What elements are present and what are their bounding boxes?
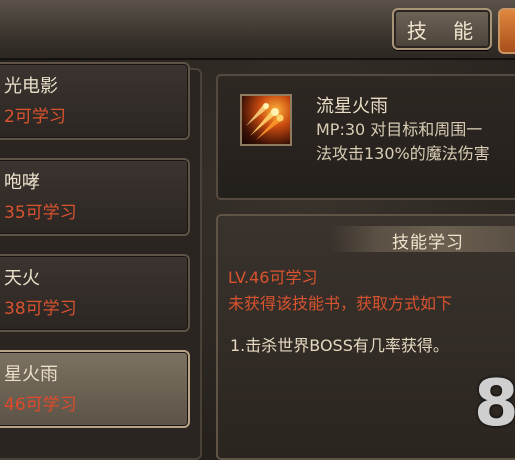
skill-name: 星火雨 xyxy=(4,364,58,385)
description-line: 法攻击130%的魔法伤害 xyxy=(316,144,490,163)
learn-book-status: 未获得该技能书，获取方式如下 xyxy=(228,294,453,313)
skill-list-item[interactable]: 天火 38可学习 xyxy=(0,254,190,332)
skill-list-item[interactable]: 咆哮 35可学习 xyxy=(0,158,190,236)
skill-list-item[interactable]: 光电影 2可学习 xyxy=(0,62,190,140)
skill-name: 光电影 xyxy=(4,76,58,97)
skill-detail-title: 流星火雨 xyxy=(316,96,388,117)
tab-skills[interactable]: 技 能 xyxy=(392,8,492,50)
learn-method: 1.击杀世界BOSS有几率获得。 xyxy=(230,336,449,355)
learn-level-requirement: LV.46可学习 xyxy=(228,268,318,287)
skill-detail-description: MP:30 对目标和周围一 法攻击130%的魔法伤害 xyxy=(316,118,515,166)
skill-name: 天火 xyxy=(4,268,40,289)
skill-requirement: 2可学习 xyxy=(4,107,66,127)
description-line: MP:30 对目标和周围一 xyxy=(316,120,483,139)
skill-name: 咆哮 xyxy=(4,172,40,193)
skill-requirement: 38可学习 xyxy=(4,299,77,319)
skill-list-item-selected[interactable]: 星火雨 46可学习 xyxy=(0,350,190,428)
skill-requirement: 46可学习 xyxy=(4,395,77,415)
meteor-fire-icon xyxy=(240,94,292,146)
skill-screen: 技 能 光电影 2可学习 咆哮 35可学习 天火 38可学习 星火雨 46可学习… xyxy=(0,0,515,460)
skill-requirement: 35可学习 xyxy=(4,203,77,223)
overlay-number: 8 xyxy=(474,367,515,441)
learn-title: 技能学习 xyxy=(392,233,464,253)
tab-next[interactable] xyxy=(498,8,515,54)
